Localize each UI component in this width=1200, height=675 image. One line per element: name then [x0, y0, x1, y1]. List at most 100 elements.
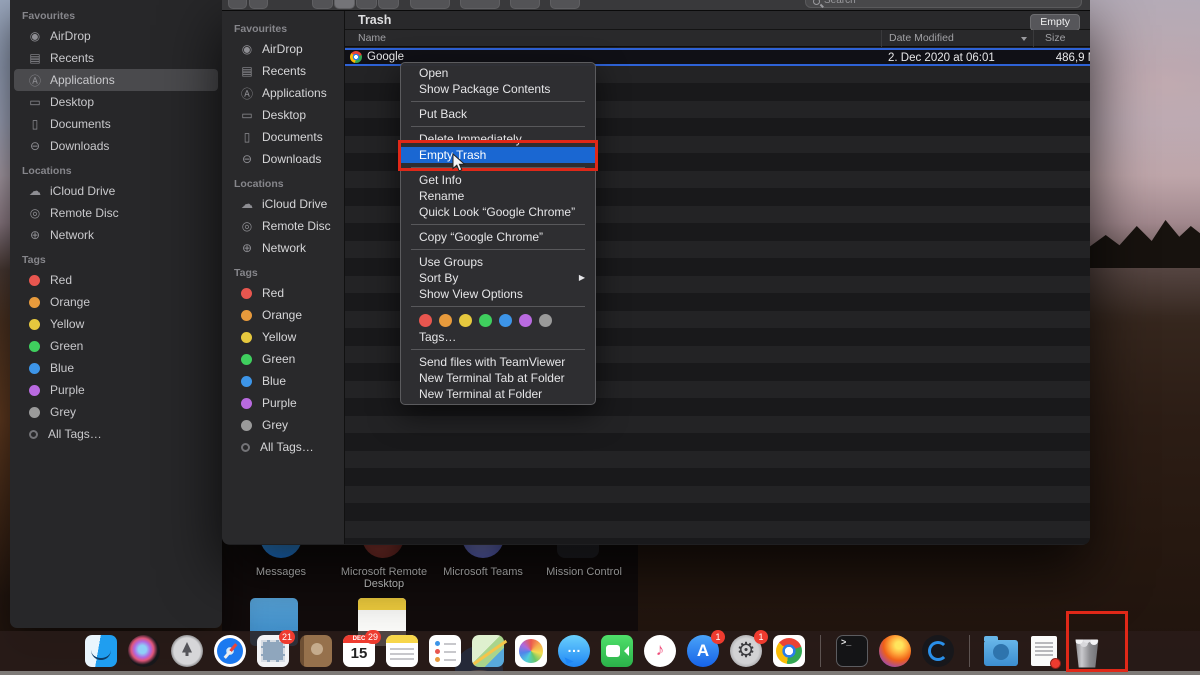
sidebar-item-desktop[interactable]: ▭Desktop: [14, 91, 218, 113]
dock-reminders-icon[interactable]: [427, 634, 463, 668]
sidebar-item-recents[interactable]: ▤Recents: [14, 47, 218, 69]
sidebar-item-recents[interactable]: ▤Recents: [226, 60, 340, 82]
list-view-button[interactable]: [334, 0, 355, 9]
sidebar-item-network[interactable]: ⊕Network: [14, 224, 218, 246]
sidebar-item-airdrop[interactable]: ◉AirDrop: [14, 25, 218, 47]
back-button[interactable]: [228, 0, 247, 9]
menu-item-put-back[interactable]: Put Back: [401, 106, 595, 122]
dock-launchpad-icon[interactable]: [169, 634, 205, 668]
menu-tag-red[interactable]: [419, 314, 432, 327]
empty-trash-button[interactable]: Empty: [1030, 14, 1080, 31]
menu-tag-orange[interactable]: [439, 314, 452, 327]
dock-calendar-icon[interactable]: DEC15 29: [341, 634, 377, 668]
dock-downloads-folder-icon[interactable]: [983, 634, 1019, 668]
sidebar-tag-grey[interactable]: Grey: [14, 401, 218, 423]
column-divider[interactable]: [881, 30, 882, 47]
sidebar-item-documents[interactable]: ▯Documents: [14, 113, 218, 135]
dock-terminal-icon[interactable]: >_: [834, 634, 870, 668]
sidebar-item-applications-selected[interactable]: ⒶApplications: [14, 69, 218, 91]
sidebar-tag-green[interactable]: Green: [226, 348, 340, 370]
sidebar-tag-blue[interactable]: Blue: [226, 370, 340, 392]
dock-contacts-icon[interactable]: [298, 634, 334, 668]
dock-chrome-icon[interactable]: [771, 634, 807, 668]
menu-item-tags[interactable]: Tags…: [401, 329, 595, 345]
dock-safari-icon[interactable]: [212, 634, 248, 668]
menu-item-sort-by[interactable]: Sort By▶: [401, 270, 595, 286]
sidebar-tag-orange[interactable]: Orange: [226, 304, 340, 326]
gallery-view-button[interactable]: [378, 0, 399, 9]
tag-dot-yellow: [241, 332, 252, 343]
sidebar-tag-purple[interactable]: Purple: [14, 379, 218, 401]
section-locations: Locations: [222, 170, 344, 193]
menu-item-use-groups[interactable]: Use Groups: [401, 254, 595, 270]
forward-button[interactable]: [249, 0, 268, 9]
search-field[interactable]: Search: [805, 0, 1082, 8]
column-divider[interactable]: [1033, 30, 1034, 47]
sidebar-item-documents[interactable]: ▯Documents: [226, 126, 340, 148]
sidebar-tag-blue[interactable]: Blue: [14, 357, 218, 379]
sidebar-item-network[interactable]: ⊕Network: [226, 237, 340, 259]
sidebar-item-applications[interactable]: ⒶApplications: [226, 82, 340, 104]
group-button[interactable]: [410, 0, 450, 9]
menu-item-quick-look[interactable]: Quick Look “Google Chrome”: [401, 204, 595, 220]
icon-view-button[interactable]: [312, 0, 333, 9]
menu-tag-yellow[interactable]: [459, 314, 472, 327]
sidebar-item-remote-disc[interactable]: ◎Remote Disc: [226, 215, 340, 237]
dock-messages-icon[interactable]: …: [556, 634, 592, 668]
menu-tag-green[interactable]: [479, 314, 492, 327]
dock-facetime-icon[interactable]: [599, 634, 635, 668]
sidebar-tag-red[interactable]: Red: [14, 269, 218, 291]
sidebar-item-airdrop[interactable]: ◉AirDrop: [226, 38, 340, 60]
dock-dark-app-icon[interactable]: [920, 634, 956, 668]
menu-tag-purple[interactable]: [519, 314, 532, 327]
action-gear-button[interactable]: [460, 0, 500, 9]
sidebar-tag-yellow[interactable]: Yellow: [226, 326, 340, 348]
sidebar-item-remote-disc[interactable]: ◎Remote Disc: [14, 202, 218, 224]
dock-firefox-icon[interactable]: [877, 634, 913, 668]
sidebar-item-icloud[interactable]: ☁iCloud Drive: [226, 193, 340, 215]
dock-finder-icon[interactable]: [83, 634, 119, 668]
column-view-button[interactable]: [356, 0, 377, 9]
menu-item-send-teamviewer[interactable]: Send files with TeamViewer: [401, 354, 595, 370]
column-date-modified[interactable]: Date Modified: [889, 32, 954, 44]
sidebar-tag-purple[interactable]: Purple: [226, 392, 340, 414]
dock-appstore-icon[interactable]: A1: [685, 634, 721, 668]
file-name: Google: [367, 51, 404, 63]
sidebar-tag-orange[interactable]: Orange: [14, 291, 218, 313]
dock-system-preferences-icon[interactable]: ⚙1: [728, 634, 764, 668]
sidebar-item-downloads[interactable]: ⊖Downloads: [14, 135, 218, 157]
sidebar-tag-red[interactable]: Red: [226, 282, 340, 304]
menu-item-rename[interactable]: Rename: [401, 188, 595, 204]
menu-tag-grey[interactable]: [539, 314, 552, 327]
menu-item-open[interactable]: Open: [401, 65, 595, 81]
dock-siri-icon[interactable]: [126, 634, 162, 668]
menu-item-show-package-contents[interactable]: Show Package Contents: [401, 81, 595, 97]
sidebar-tag-green[interactable]: Green: [14, 335, 218, 357]
sidebar-all-tags[interactable]: All Tags…: [14, 423, 218, 445]
column-size[interactable]: Size: [1045, 32, 1065, 44]
tag-dot-grey: [29, 407, 40, 418]
dock-documents-stack-icon[interactable]: [1026, 634, 1062, 668]
sidebar-tag-grey[interactable]: Grey: [226, 414, 340, 436]
dock-mail-icon[interactable]: 21: [255, 634, 291, 668]
dock-notes-icon[interactable]: [384, 634, 420, 668]
menu-separator: [411, 224, 585, 225]
menu-item-show-view-options[interactable]: Show View Options: [401, 286, 595, 302]
sidebar-item-downloads[interactable]: ⊖Downloads: [226, 148, 340, 170]
dock-itunes-icon[interactable]: ♪: [642, 634, 678, 668]
sidebar-item-desktop[interactable]: ▭Desktop: [226, 104, 340, 126]
dock-separator: [969, 635, 970, 667]
column-name[interactable]: Name: [358, 32, 386, 44]
menu-tag-blue[interactable]: [499, 314, 512, 327]
menu-item-new-terminal-tab[interactable]: New Terminal Tab at Folder: [401, 370, 595, 386]
menu-item-new-terminal[interactable]: New Terminal at Folder: [401, 386, 595, 402]
dock-maps-icon[interactable]: [470, 634, 506, 668]
sidebar-item-icloud[interactable]: ☁iCloud Drive: [14, 180, 218, 202]
sidebar-tag-yellow[interactable]: Yellow: [14, 313, 218, 335]
menu-item-get-info[interactable]: Get Info: [401, 172, 595, 188]
tags-button[interactable]: [550, 0, 580, 9]
sidebar-all-tags[interactable]: All Tags…: [226, 436, 340, 458]
menu-item-copy[interactable]: Copy “Google Chrome”: [401, 229, 595, 245]
dock-photos-icon[interactable]: [513, 634, 549, 668]
share-button[interactable]: [510, 0, 540, 9]
